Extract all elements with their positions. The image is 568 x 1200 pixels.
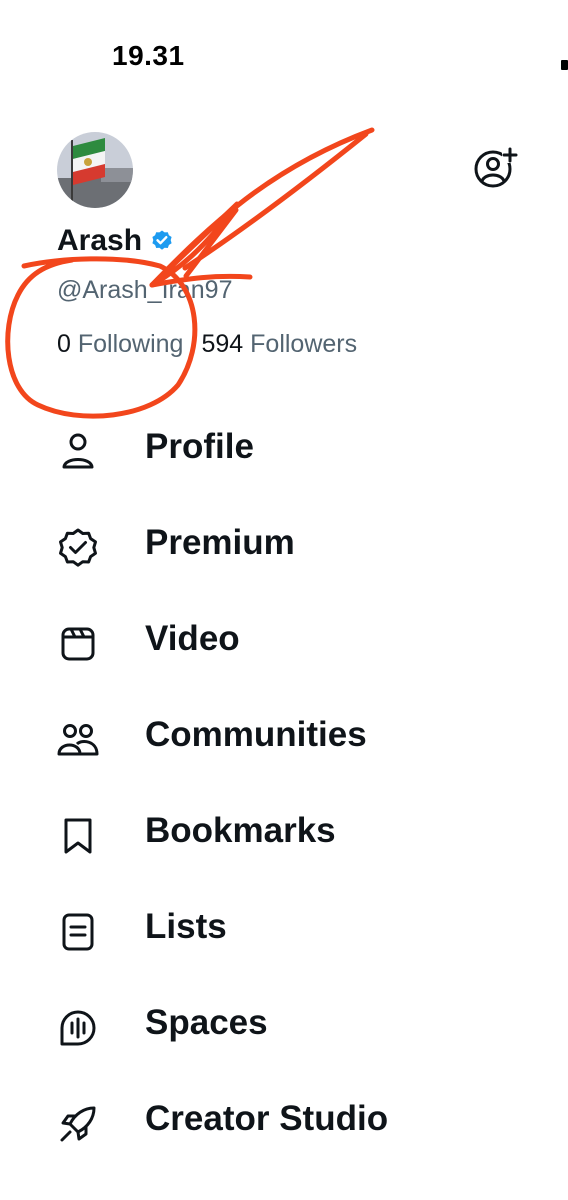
menu-item-lists[interactable]: Lists	[0, 880, 568, 976]
followers-stat[interactable]: 594 Followers	[201, 330, 357, 359]
menu-item-premium[interactable]: Premium	[0, 496, 568, 592]
follow-stats: 0 Following 594 Followers	[57, 330, 357, 359]
communities-icon	[56, 718, 100, 762]
menu-label-communities: Communities	[145, 715, 367, 754]
verified-badge-icon	[56, 526, 100, 570]
followers-label: Followers	[250, 330, 358, 358]
annotation-scribble	[5, 127, 375, 419]
profile-handle: @Arash_Iran97	[57, 276, 233, 304]
bookmark-icon	[56, 814, 100, 858]
list-icon	[56, 910, 100, 954]
menu-item-communities[interactable]: Communities	[0, 688, 568, 784]
rocket-icon	[56, 1102, 100, 1146]
menu-label-bookmarks: Bookmarks	[145, 811, 336, 850]
avatar[interactable]	[57, 132, 133, 208]
name-row: Arash	[57, 224, 174, 258]
video-clapper-icon	[56, 622, 100, 666]
person-icon	[56, 430, 100, 474]
menu-label-profile: Profile	[145, 427, 254, 466]
menu-item-profile[interactable]: Profile	[0, 400, 568, 496]
menu-item-creator-studio[interactable]: Creator Studio	[0, 1072, 568, 1168]
menu-item-bookmarks[interactable]: Bookmarks	[0, 784, 568, 880]
verified-badge-icon	[152, 230, 172, 250]
menu-item-video[interactable]: Video	[0, 592, 568, 688]
nav-menu: Profile Premium Video Communities Bookma…	[0, 400, 568, 1168]
spaces-mic-icon	[56, 1006, 100, 1050]
menu-label-creator-studio: Creator Studio	[145, 1099, 389, 1138]
avatar-image	[57, 132, 133, 208]
menu-item-spaces[interactable]: Spaces	[0, 976, 568, 1072]
followers-count: 594	[201, 330, 244, 358]
menu-label-spaces: Spaces	[145, 1003, 268, 1042]
status-time: 19.31	[112, 40, 185, 71]
display-name: Arash	[57, 224, 143, 257]
add-account-icon[interactable]	[472, 145, 518, 191]
menu-label-premium: Premium	[145, 523, 295, 562]
following-label: Following	[77, 330, 184, 358]
following-stat[interactable]: 0 Following	[57, 330, 183, 359]
drawer-menu: 19.31 Arash @Arash_Iran97 0 Following 59…	[0, 0, 568, 1200]
menu-label-video: Video	[145, 619, 240, 658]
menu-label-lists: Lists	[145, 907, 227, 946]
following-count: 0	[57, 330, 71, 358]
status-indicator	[561, 60, 568, 70]
